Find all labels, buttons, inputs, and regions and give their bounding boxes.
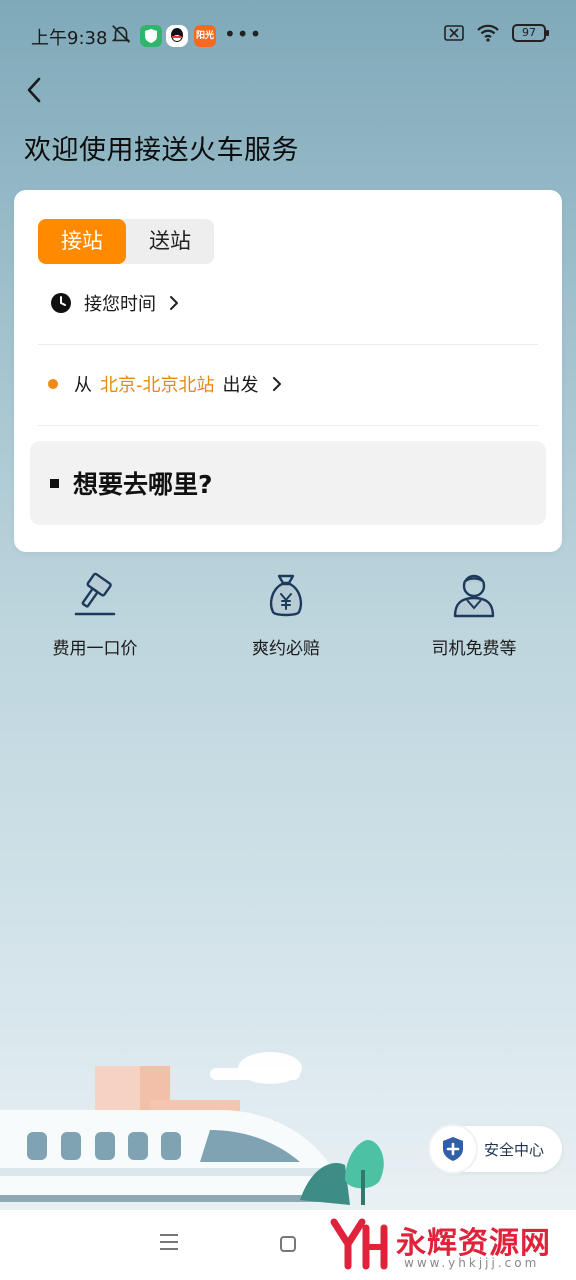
pickup-time-selector[interactable]: 接您时间 — [50, 290, 180, 316]
page-title: 欢迎使用接送火车服务 — [24, 135, 299, 166]
driver-icon — [453, 574, 495, 618]
home-button[interactable] — [280, 1236, 296, 1252]
shield-plus-icon — [430, 1126, 476, 1172]
service-card: 接站 送站 接您时间 从 北京-北京北站 出发 想要去哪里? — [14, 190, 562, 552]
chevron-right-icon — [272, 377, 281, 391]
tab-dropoff[interactable]: 送站 — [126, 219, 214, 264]
clock-icon — [51, 293, 71, 313]
more-notifications-icon: ••• — [224, 22, 263, 46]
divider — [38, 425, 538, 426]
gavel-icon — [74, 572, 116, 616]
chevron-left-icon — [27, 77, 41, 103]
origin-dot-icon — [48, 379, 58, 389]
status-time: 上午9:38 — [31, 28, 108, 49]
mute-icon — [111, 25, 131, 43]
qq-icon — [166, 25, 188, 47]
departure-station-selector[interactable]: 从 北京-北京北站 出发 — [48, 371, 283, 397]
destination-input[interactable]: 想要去哪里? — [30, 441, 546, 525]
status-bar: 上午9:38 阳光 ••• 97 — [0, 0, 576, 70]
app-badge-icon: 阳光 — [194, 25, 216, 47]
from-prefix: 从 — [74, 375, 92, 396]
destination-square-icon — [50, 478, 59, 488]
battery-icon: 97 — [512, 24, 549, 42]
watermark-logo — [330, 1218, 388, 1270]
wifi-icon — [477, 24, 499, 42]
back-button[interactable] — [18, 72, 54, 108]
chevron-right-icon — [170, 296, 178, 310]
service-tabs: 接站 送站 — [38, 219, 214, 264]
feature-label: 司机免费等 — [431, 639, 517, 659]
safety-center-label: 安全中心 — [484, 1140, 545, 1159]
feature-fixed-price: 费用一口价 — [15, 570, 175, 659]
divider — [38, 344, 538, 345]
watermark: 永辉资源网 www.yhkjjj.com — [328, 1214, 568, 1274]
recent-apps-button[interactable] — [160, 1234, 178, 1255]
feature-no-show-compensation: 爽约必赔 — [206, 570, 366, 659]
money-bag-icon — [269, 574, 303, 617]
sim-off-icon — [444, 25, 464, 41]
watermark-url: www.yhkjjj.com — [404, 1256, 540, 1270]
safety-center-button[interactable]: 安全中心 — [430, 1126, 562, 1172]
pickup-time-label: 接您时间 — [84, 294, 156, 315]
security-app-icon — [140, 25, 162, 47]
from-station: 北京-北京北站 — [100, 375, 215, 396]
tab-pickup[interactable]: 接站 — [38, 219, 126, 264]
feature-label: 爽约必赔 — [252, 639, 320, 659]
destination-placeholder: 想要去哪里? — [73, 470, 213, 499]
feature-driver-waits-free: 司机免费等 — [394, 570, 554, 659]
feature-label: 费用一口价 — [52, 639, 138, 659]
from-suffix: 出发 — [222, 375, 259, 396]
